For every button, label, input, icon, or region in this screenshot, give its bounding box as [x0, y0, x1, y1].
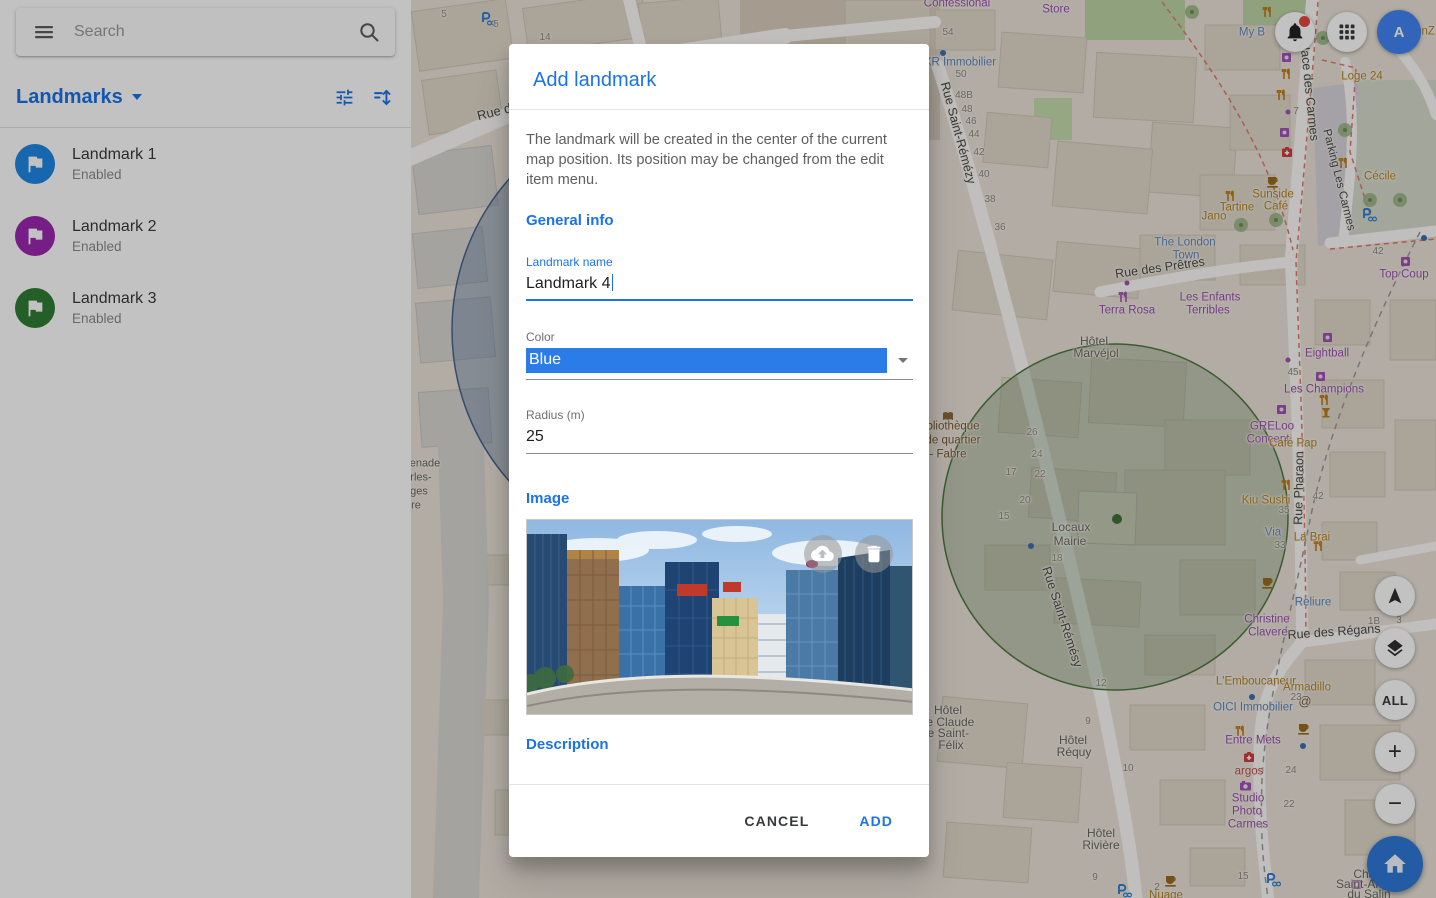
- color-label: Color: [526, 330, 913, 344]
- landmark-name-input[interactable]: Landmark 4: [526, 274, 913, 294]
- radius-field[interactable]: Radius (m) 25: [526, 408, 913, 454]
- section-image: Image: [526, 490, 913, 507]
- input-underline: [526, 299, 913, 301]
- dialog-footer: CANCEL ADD: [509, 784, 929, 857]
- landmark-image-preview: [526, 519, 913, 715]
- landmark-name-field[interactable]: Landmark name Landmark 4: [526, 255, 913, 301]
- input-underline: [526, 379, 913, 380]
- add-landmark-dialog: Add landmark The landmark will be create…: [509, 44, 929, 857]
- radius-input[interactable]: 25: [526, 427, 913, 447]
- app-window: Rue du Pont de TounisRueRue Saint-Rémézy…: [0, 0, 1436, 898]
- trash-icon: [863, 543, 885, 565]
- section-description: Description: [526, 736, 913, 753]
- cancel-button[interactable]: CANCEL: [738, 812, 815, 830]
- cloud-upload-icon: [811, 542, 835, 566]
- delete-image-button[interactable]: [855, 535, 893, 573]
- dialog-intro-text: The landmark will be created in the cent…: [526, 130, 913, 190]
- color-select-value: Blue: [526, 348, 887, 373]
- landmark-name-value: Landmark 4: [526, 275, 611, 292]
- input-underline: [526, 453, 913, 454]
- add-button[interactable]: ADD: [853, 812, 899, 830]
- text-cursor: [612, 274, 614, 291]
- color-field[interactable]: Color Blue: [526, 330, 913, 380]
- upload-image-button[interactable]: [804, 535, 842, 573]
- dialog-title: Add landmark: [509, 44, 929, 110]
- radius-label: Radius (m): [526, 408, 913, 422]
- landmark-name-label: Landmark name: [526, 255, 913, 269]
- color-select[interactable]: Blue: [526, 348, 913, 373]
- dropdown-arrow-icon[interactable]: [898, 358, 908, 363]
- section-general-info: General info: [526, 212, 913, 229]
